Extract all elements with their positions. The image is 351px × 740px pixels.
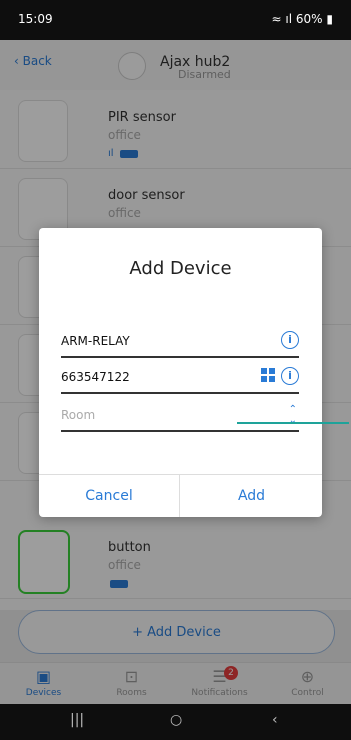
add-device-dialog: Add Device ARM-RELAY i 663547122 i Room … <box>39 228 322 517</box>
device-id-field[interactable]: 663547122 i <box>61 362 299 394</box>
status-time: 15:09 <box>18 12 53 26</box>
device-id-value: 663547122 <box>61 370 130 384</box>
info-icon[interactable]: i <box>281 367 299 385</box>
system-nav-bar: ||| ○ ‹ <box>0 704 351 740</box>
signal-icon: ıl <box>285 12 293 26</box>
info-icon[interactable]: i <box>281 331 299 349</box>
recent-apps-icon[interactable]: ||| <box>70 712 84 728</box>
status-right: ≈ ıl 60% ▮ <box>272 12 334 26</box>
cancel-button[interactable]: Cancel <box>39 475 180 517</box>
battery-icon: ▮ <box>326 12 333 26</box>
room-select[interactable]: Room ⌃ ⌄ <box>61 400 299 432</box>
wifi-icon: ≈ <box>271 12 282 26</box>
status-bar: 15:09 ≈ ıl 60% ▮ <box>0 0 351 40</box>
room-placeholder: Room <box>61 408 96 422</box>
annotation-line <box>237 422 349 424</box>
battery-level: 60% <box>295 12 323 26</box>
home-icon[interactable]: ○ <box>170 712 182 728</box>
back-nav-icon[interactable]: ‹ <box>272 712 278 728</box>
device-name-field[interactable]: ARM-RELAY i <box>61 326 299 358</box>
dialog-title: Add Device <box>129 258 232 279</box>
device-name-value: ARM-RELAY <box>61 334 130 348</box>
qr-scan-icon[interactable] <box>261 368 275 382</box>
add-button[interactable]: Add <box>181 475 322 517</box>
